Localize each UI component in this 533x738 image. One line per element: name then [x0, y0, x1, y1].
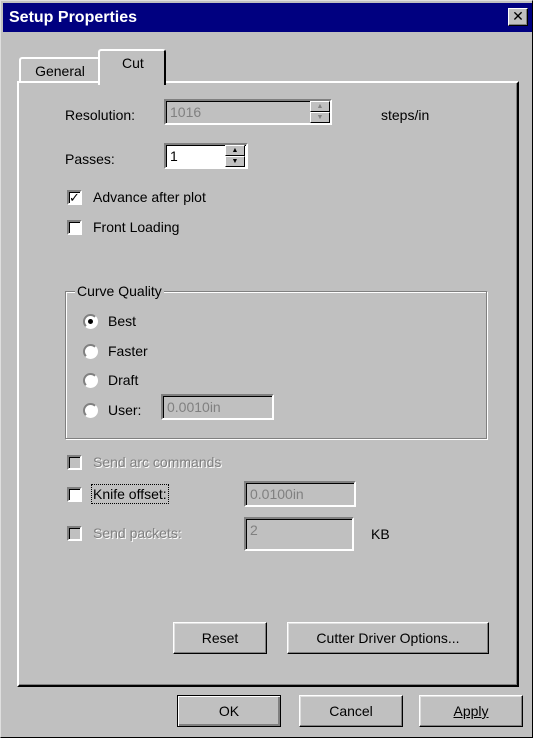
close-icon: ✕	[512, 8, 524, 24]
passes-label: Passes:	[65, 151, 115, 167]
spin-up-icon: ▲	[310, 101, 330, 112]
radio-selected-icon	[88, 319, 93, 324]
send-packets-value: 2	[250, 522, 258, 538]
radio-user[interactable]	[83, 403, 98, 418]
curve-quality-legend: Curve Quality	[75, 283, 164, 299]
tab-cut-label: Cut	[122, 55, 144, 71]
radio-best[interactable]	[83, 314, 98, 329]
cancel-button-label: Cancel	[329, 703, 373, 719]
ok-button[interactable]: OK	[177, 695, 281, 727]
resolution-unit: steps/in	[381, 107, 430, 123]
send-packets-field[interactable]: 2	[244, 517, 354, 551]
radio-user-label[interactable]: User:	[108, 402, 141, 418]
send-arc-commands-label: Send arc commands	[93, 454, 222, 470]
send-packets-label: Send packets:	[93, 525, 182, 541]
title-bar: Setup Properties ✕	[3, 3, 532, 32]
cancel-button[interactable]: Cancel	[299, 695, 403, 727]
apply-button-label: Apply	[453, 703, 489, 719]
reset-button-label: Reset	[201, 630, 239, 646]
cutter-driver-options-label: Cutter Driver Options...	[316, 630, 460, 646]
radio-best-label[interactable]: Best	[108, 313, 136, 329]
radio-faster-label[interactable]: Faster	[108, 343, 148, 359]
front-loading-label[interactable]: Front Loading	[93, 219, 179, 235]
resolution-field[interactable]: 1016	[164, 99, 332, 125]
ok-button-label: OK	[218, 703, 240, 719]
radio-draft-label[interactable]: Draft	[108, 372, 138, 388]
user-quality-value: 0.0010in	[167, 399, 221, 415]
apply-button[interactable]: Apply	[419, 695, 523, 727]
window-title: Setup Properties	[9, 9, 138, 26]
knife-offset-checkbox[interactable]	[67, 487, 82, 502]
resolution-spinner[interactable]: ▲ ▼	[310, 101, 330, 123]
advance-after-plot-checkbox[interactable]: ✓	[67, 190, 82, 205]
passes-value: 1	[170, 148, 178, 164]
close-button[interactable]: ✕	[508, 8, 528, 26]
knife-offset-value: 0.0100in	[250, 486, 304, 502]
front-loading-checkbox[interactable]	[67, 220, 82, 235]
spin-up-icon: ▲	[225, 145, 245, 156]
radio-draft[interactable]	[83, 373, 98, 388]
advance-after-plot-label[interactable]: Advance after plot	[93, 189, 206, 205]
spin-down-icon: ▼	[310, 112, 330, 123]
tab-general[interactable]: General	[19, 57, 101, 83]
user-quality-field[interactable]: 0.0010in	[161, 394, 274, 420]
knife-offset-label[interactable]: Knife offset:	[91, 484, 169, 504]
spin-down-icon: ▼	[225, 156, 245, 167]
reset-button[interactable]: Reset	[173, 622, 267, 654]
cutter-driver-options-button[interactable]: Cutter Driver Options...	[287, 622, 489, 654]
packets-unit: KB	[371, 526, 390, 542]
resolution-value: 1016	[170, 104, 202, 120]
passes-spinner[interactable]: ▲ ▼	[225, 145, 245, 167]
setup-properties-dialog: Setup Properties ✕ General Cut Resolutio…	[0, 0, 533, 738]
tab-general-label: General	[35, 63, 85, 79]
checkmark-icon: ✓	[69, 190, 80, 205]
resolution-label: Resolution:	[65, 107, 136, 123]
send-arc-commands-checkbox[interactable]	[67, 455, 82, 470]
send-packets-checkbox[interactable]	[67, 526, 82, 541]
tab-cut[interactable]: Cut	[98, 49, 166, 85]
radio-faster[interactable]	[83, 344, 98, 359]
knife-offset-field[interactable]: 0.0100in	[244, 481, 356, 507]
